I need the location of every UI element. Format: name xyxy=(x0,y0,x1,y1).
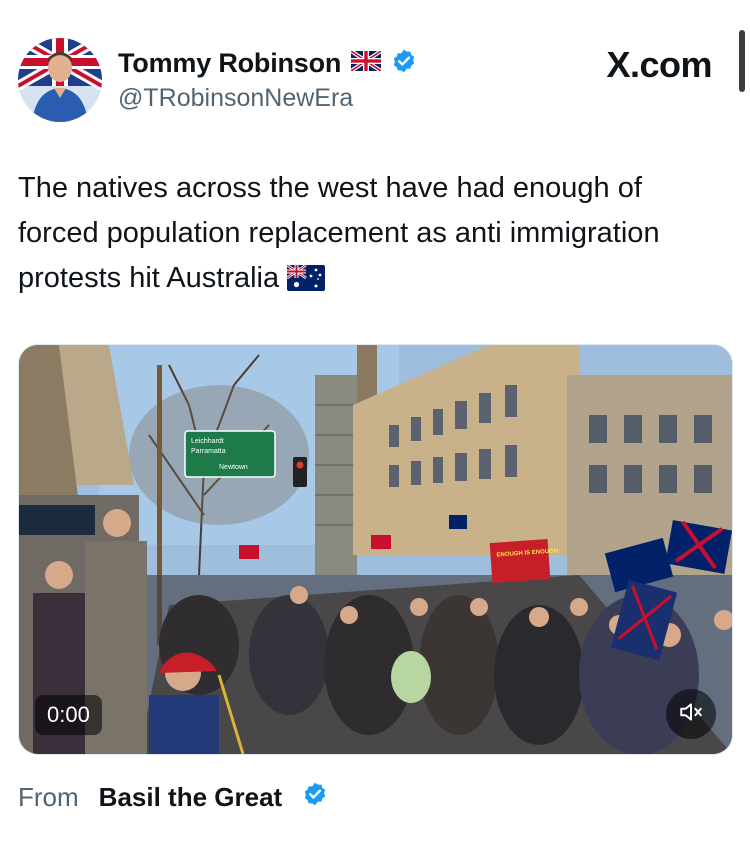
source-account-name[interactable]: Basil the Great xyxy=(99,782,283,813)
street-sign-line-2: Parramatta xyxy=(191,448,226,455)
author-handle[interactable]: @TRobinsonNewEra xyxy=(118,84,353,113)
source-verified-badge-icon xyxy=(302,781,328,814)
video-frame: Leichhardt Parramatta Newtown ENOUGH IS … xyxy=(19,345,732,754)
tweet-text: The natives across the west have had eno… xyxy=(18,172,660,294)
speaker-muted-icon xyxy=(678,699,704,730)
uk-flag-icon xyxy=(350,49,383,76)
tweet-video[interactable]: Leichhardt Parramatta Newtown ENOUGH IS … xyxy=(18,344,733,755)
verified-badge-icon xyxy=(391,48,417,79)
author-avatar[interactable] xyxy=(18,38,102,122)
tweet-body: The natives across the west have had eno… xyxy=(18,166,728,305)
tweet-header: Tommy Robinson @TRobinsonNewEra X.com xyxy=(18,38,730,124)
x-brand-logo: X.com xyxy=(606,44,712,85)
street-sign-line-1: Leichhardt xyxy=(191,438,224,445)
australia-flag-icon xyxy=(286,260,326,305)
from-label: From xyxy=(18,782,79,812)
author-display-name[interactable]: Tommy Robinson xyxy=(118,48,341,79)
mute-button[interactable] xyxy=(666,689,716,739)
avatar-image xyxy=(18,38,102,122)
video-time: 0:00 xyxy=(35,695,102,735)
street-sign-line-3: Newtown xyxy=(219,464,248,471)
tweet-screenshot: Tommy Robinson @TRobinsonNewEra X.com Th… xyxy=(0,0,750,844)
scrollbar-thumb[interactable] xyxy=(739,30,745,92)
author-name-row: Tommy Robinson xyxy=(118,48,417,79)
video-source-attribution: From Basil the Great xyxy=(18,781,328,814)
